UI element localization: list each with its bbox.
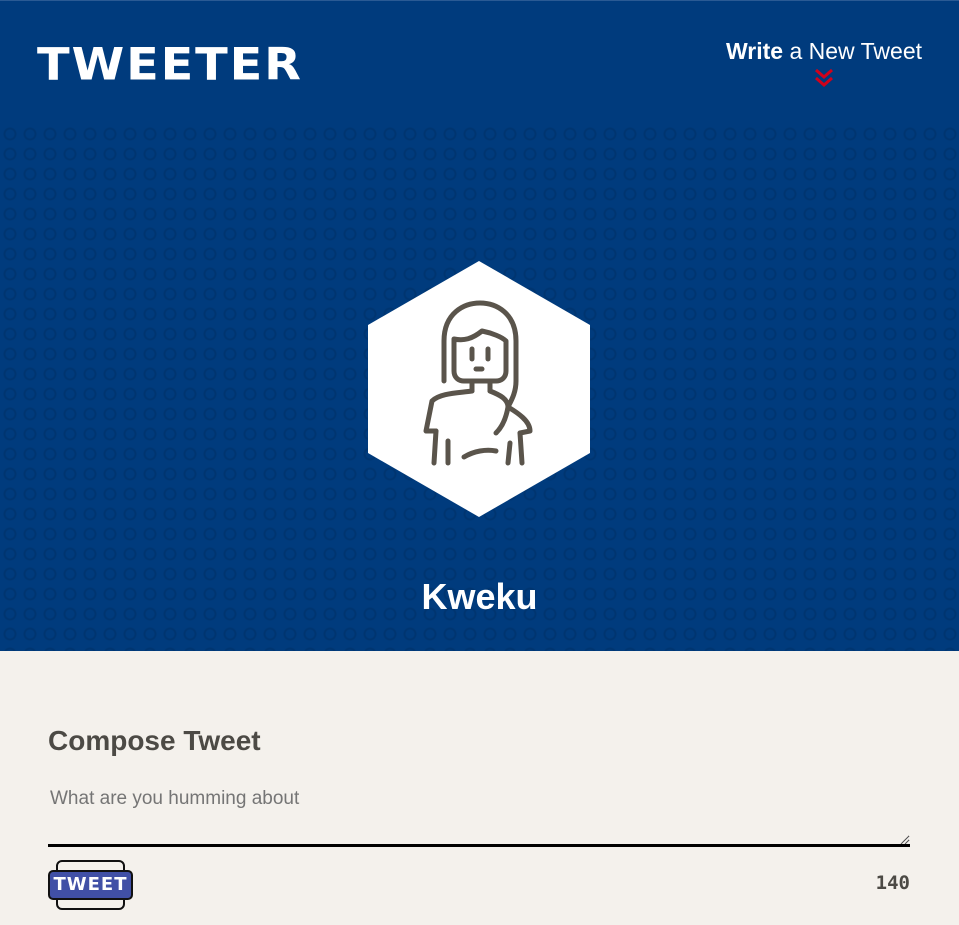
double-chevron-down-icon	[814, 68, 833, 87]
app-logo: TWEETER	[37, 39, 303, 91]
tweet-input[interactable]	[48, 784, 910, 847]
top-nav: TWEETER Write a New Tweet	[0, 0, 959, 124]
write-new-tweet-link[interactable]: Write a New Tweet	[726, 38, 922, 89]
profile-header: Kweku	[0, 124, 959, 651]
write-link-bold: Write	[725, 38, 784, 64]
compose-title: Compose Tweet	[48, 725, 261, 756]
tweet-button[interactable]: TWEET	[48, 860, 134, 911]
write-link-text: a New Tweet	[783, 38, 922, 64]
char-counter: 140	[875, 872, 910, 894]
avatar	[368, 261, 590, 517]
resize-handle-icon[interactable]	[899, 834, 909, 844]
compose-section: Compose Tweet TWEET 140	[0, 651, 959, 925]
profile-name: Kweku	[421, 576, 538, 617]
tweet-button-label: TWEET	[48, 870, 133, 900]
